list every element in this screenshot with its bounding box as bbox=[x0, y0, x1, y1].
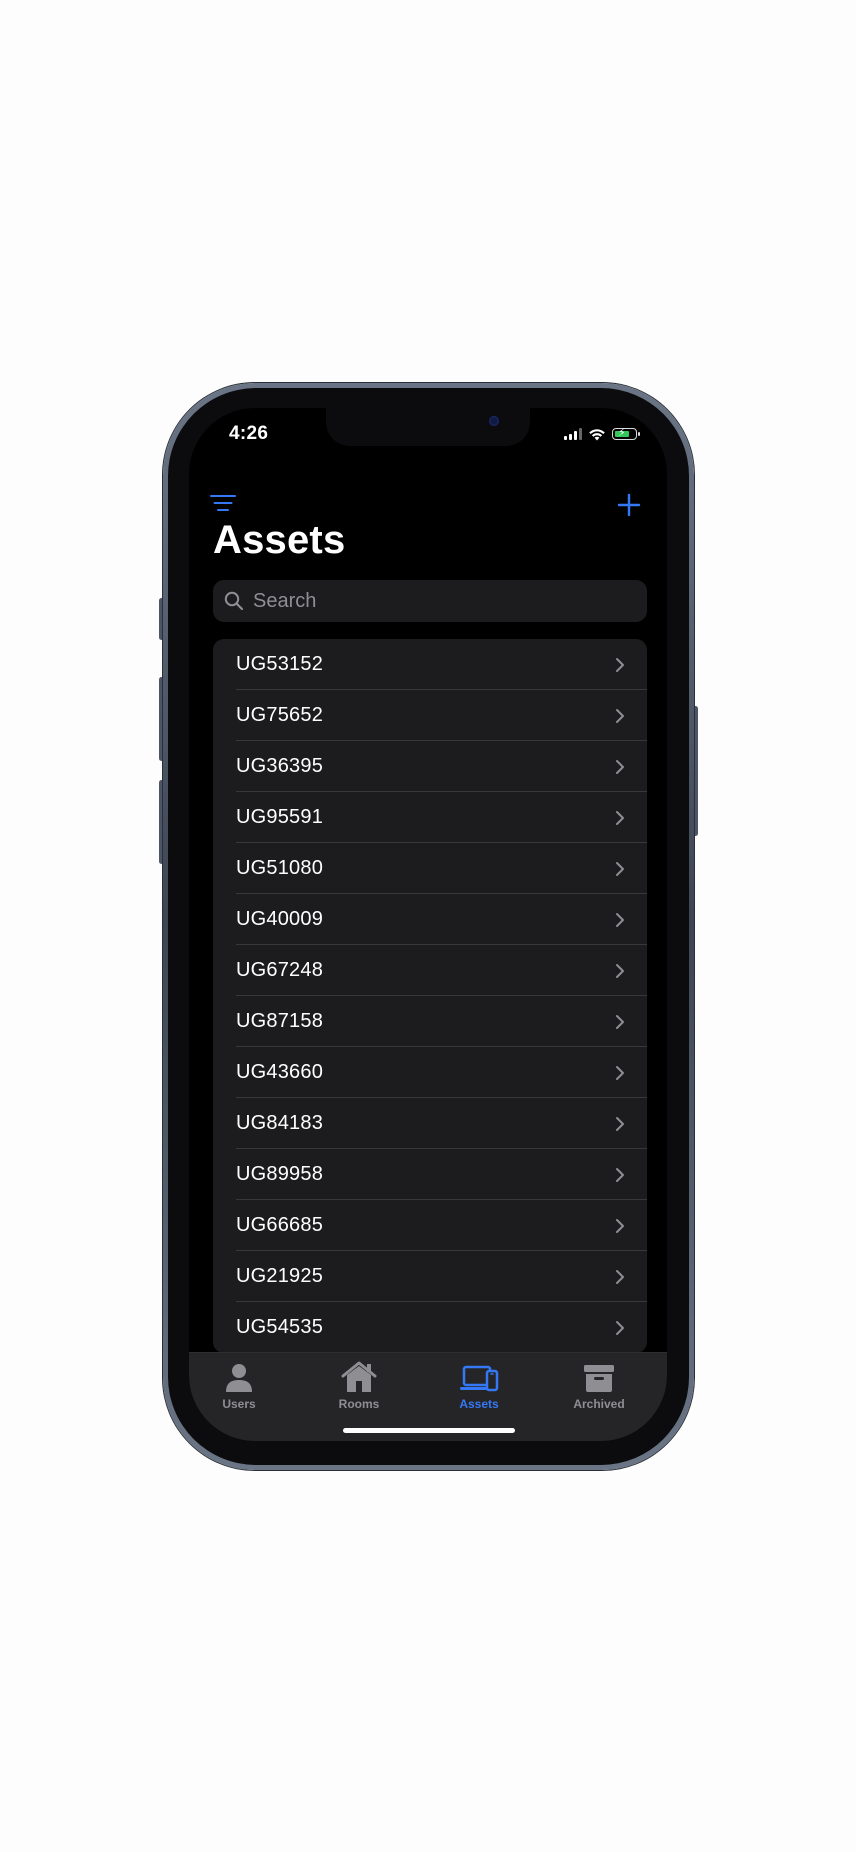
filter-lines-icon bbox=[210, 495, 236, 511]
tab-assets[interactable]: Assets bbox=[429, 1359, 529, 1411]
chevron-right-icon bbox=[616, 913, 624, 927]
person-icon bbox=[219, 1359, 259, 1393]
asset-id-label: UG51080 bbox=[236, 857, 324, 879]
asset-id-label: UG75652 bbox=[236, 704, 324, 726]
chevron-right-icon bbox=[616, 1117, 624, 1131]
asset-row[interactable]: UG89958 bbox=[213, 1149, 647, 1200]
chevron-right-icon bbox=[616, 862, 624, 876]
asset-row[interactable]: UG84183 bbox=[213, 1098, 647, 1149]
search-bar[interactable] bbox=[213, 580, 647, 622]
page-title: Assets bbox=[213, 518, 346, 562]
asset-id-label: UG40009 bbox=[236, 908, 324, 930]
chevron-right-icon bbox=[616, 760, 624, 774]
asset-id-label: UG95591 bbox=[236, 806, 324, 828]
plus-icon bbox=[617, 493, 641, 517]
asset-row[interactable]: UG87158 bbox=[213, 996, 647, 1047]
asset-id-label: UG87158 bbox=[236, 1010, 324, 1032]
tab-archived[interactable]: Archived bbox=[549, 1359, 649, 1411]
phone-screen: 4:26 ⚡ Assets Search UG53152 UG75652 UG3… bbox=[189, 408, 667, 1441]
asset-id-label: UG43660 bbox=[236, 1061, 324, 1083]
asset-id-label: UG54535 bbox=[236, 1316, 324, 1338]
tab-bar: Users Rooms Assets Archived bbox=[189, 1352, 667, 1441]
filter-button[interactable] bbox=[209, 493, 237, 515]
status-icons: ⚡ bbox=[564, 426, 640, 442]
asset-id-label: UG67248 bbox=[236, 959, 324, 981]
asset-row[interactable]: UG75652 bbox=[213, 690, 647, 741]
tab-assets-label: Assets bbox=[459, 1397, 499, 1411]
asset-row[interactable]: UG36395 bbox=[213, 741, 647, 792]
asset-row[interactable]: UG53152 bbox=[213, 639, 647, 690]
chevron-right-icon bbox=[616, 709, 624, 723]
house-icon bbox=[339, 1359, 379, 1393]
home-indicator bbox=[343, 1428, 515, 1433]
front-camera bbox=[489, 416, 499, 426]
asset-row[interactable]: UG67248 bbox=[213, 945, 647, 996]
search-icon bbox=[223, 590, 245, 612]
archive-box-icon bbox=[579, 1359, 619, 1393]
asset-row[interactable]: UG21925 bbox=[213, 1251, 647, 1302]
asset-row[interactable]: UG54535 bbox=[213, 1302, 647, 1353]
asset-list: UG53152 UG75652 UG36395 UG95591 UG51080 UG400… bbox=[213, 639, 647, 1353]
asset-id-label: UG84183 bbox=[236, 1112, 324, 1134]
chevron-right-icon bbox=[616, 1066, 624, 1080]
tab-rooms-label: Rooms bbox=[338, 1397, 380, 1411]
asset-row[interactable]: UG51080 bbox=[213, 843, 647, 894]
chevron-right-icon bbox=[616, 1219, 624, 1233]
chevron-right-icon bbox=[616, 964, 624, 978]
tab-users[interactable]: Users bbox=[189, 1359, 289, 1411]
search-input[interactable] bbox=[251, 588, 647, 614]
asset-row[interactable]: UG66685 bbox=[213, 1200, 647, 1251]
chevron-right-icon bbox=[616, 811, 624, 825]
asset-row[interactable]: UG43660 bbox=[213, 1047, 647, 1098]
asset-id-label: UG36395 bbox=[236, 755, 324, 777]
chevron-right-icon bbox=[616, 1168, 624, 1182]
status-time: 4:26 bbox=[229, 423, 269, 444]
battery-icon: ⚡ bbox=[612, 427, 640, 440]
device-mockup: 4:26 ⚡ Assets Search UG53152 UG75652 UG3… bbox=[0, 0, 856, 1852]
chevron-right-icon bbox=[616, 658, 624, 672]
asset-id-label: UG21925 bbox=[236, 1265, 324, 1287]
asset-row[interactable]: UG95591 bbox=[213, 792, 647, 843]
asset-row[interactable]: UG40009 bbox=[213, 894, 647, 945]
asset-id-label: UG53152 bbox=[236, 653, 324, 675]
chevron-right-icon bbox=[616, 1015, 624, 1029]
cellular-signal-icon bbox=[564, 428, 582, 440]
wifi-icon bbox=[589, 428, 605, 440]
laptop-phone-icon bbox=[459, 1359, 499, 1393]
chevron-right-icon bbox=[616, 1321, 624, 1335]
asset-id-label: UG66685 bbox=[236, 1214, 324, 1236]
tab-archived-label: Archived bbox=[573, 1397, 625, 1411]
tab-rooms[interactable]: Rooms bbox=[309, 1359, 409, 1411]
notch bbox=[326, 408, 530, 446]
add-asset-button[interactable] bbox=[617, 493, 641, 517]
tab-users-label: Users bbox=[222, 1397, 256, 1411]
chevron-right-icon bbox=[616, 1270, 624, 1284]
asset-id-label: UG89958 bbox=[236, 1163, 324, 1185]
